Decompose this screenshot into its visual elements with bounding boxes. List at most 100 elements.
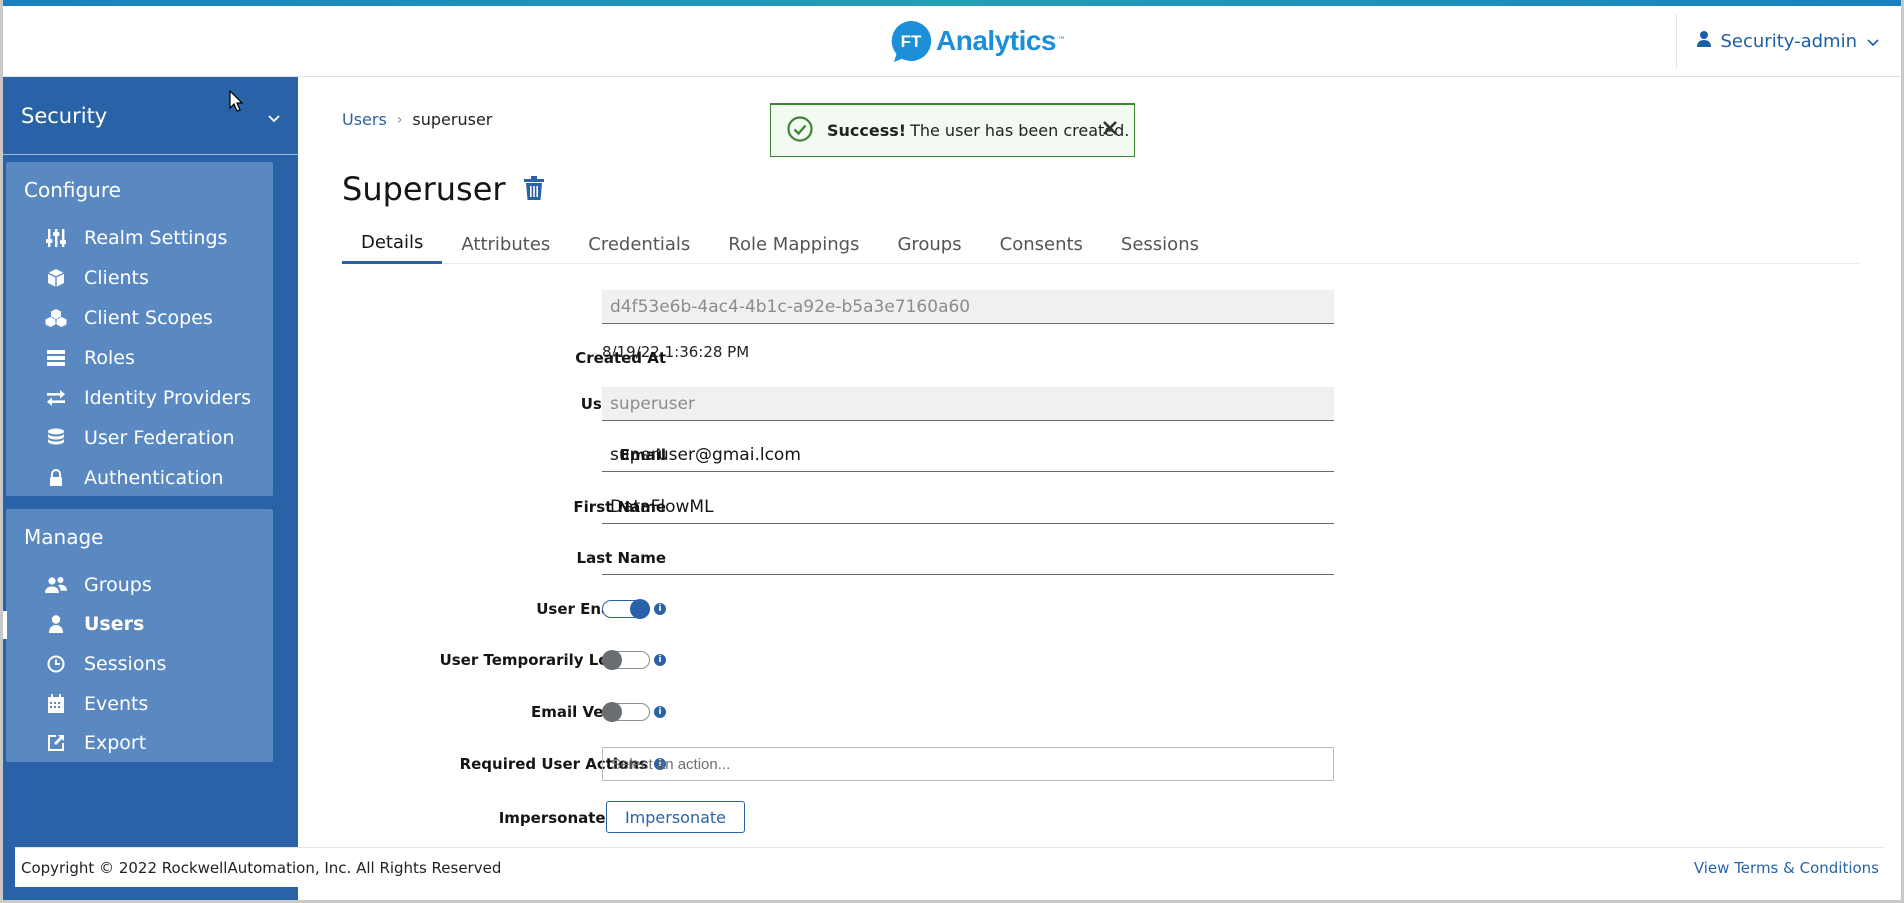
logo-text: Analytics bbox=[936, 25, 1057, 56]
sidebar-item-label: Export bbox=[84, 732, 147, 755]
breadcrumb-users-link[interactable]: Users bbox=[342, 110, 387, 129]
sidebar-item-label: Clients bbox=[84, 267, 149, 289]
sidebar: Security Configure Realm Settings Client… bbox=[3, 77, 298, 903]
list-icon bbox=[45, 347, 67, 369]
sidebar-item-users[interactable]: Users bbox=[3, 605, 273, 645]
cube-icon bbox=[45, 267, 67, 289]
main-content: Users › superuser Success! The user has … bbox=[316, 96, 1884, 836]
sidebar-item-label: Roles bbox=[84, 347, 135, 369]
user-enabled-toggle[interactable] bbox=[602, 599, 650, 619]
sidebar-item-identity-providers[interactable]: Identity Providers bbox=[6, 378, 273, 418]
trash-icon[interactable] bbox=[523, 170, 544, 208]
impersonate-button[interactable]: Impersonate bbox=[606, 801, 745, 833]
chevron-down-icon bbox=[268, 104, 280, 128]
terms-link[interactable]: View Terms & Conditions bbox=[1694, 859, 1879, 877]
sidebar-item-events[interactable]: Events bbox=[6, 684, 273, 724]
lock-icon bbox=[45, 467, 67, 489]
alert-title: Success! bbox=[827, 121, 907, 140]
page-title-row: Superuser bbox=[342, 170, 544, 208]
database-icon bbox=[45, 427, 67, 449]
mouse-cursor-icon bbox=[229, 89, 244, 116]
logo-trademark: ™ bbox=[1057, 36, 1066, 46]
sidebar-item-label: User Federation bbox=[84, 427, 235, 449]
toggle-knob bbox=[602, 650, 622, 670]
sidebar-item-client-scopes[interactable]: Client Scopes bbox=[6, 298, 273, 338]
alert-message: The user has been created. bbox=[910, 121, 1130, 140]
info-icon[interactable]: i bbox=[654, 603, 666, 615]
breadcrumb-current: superuser bbox=[412, 110, 493, 129]
sidebar-item-label: Events bbox=[84, 692, 149, 715]
created-at-value: 8/19/22 1:36:28 PM bbox=[602, 343, 750, 361]
configure-title: Configure bbox=[24, 178, 121, 202]
sidebar-item-label: Identity Providers bbox=[84, 387, 251, 409]
tab-bar: Details Attributes Credentials Role Mapp… bbox=[342, 224, 1859, 264]
sidebar-item-realm-settings[interactable]: Realm Settings bbox=[6, 218, 273, 258]
last-name-field[interactable] bbox=[602, 541, 1334, 575]
temporarily-locked-row: User Temporarily Locked i bbox=[316, 643, 1416, 677]
sidebar-item-label: Realm Settings bbox=[84, 227, 228, 249]
sliders-icon bbox=[45, 227, 67, 249]
first-name-field[interactable]: DataFlowML bbox=[602, 490, 1334, 524]
sidebar-item-label: Client Scopes bbox=[84, 307, 213, 329]
close-icon[interactable] bbox=[1102, 117, 1118, 142]
calendar-icon bbox=[45, 693, 67, 715]
chevron-down-icon bbox=[1867, 31, 1879, 52]
sidebar-item-clients[interactable]: Clients bbox=[6, 258, 273, 298]
required-actions-row: Required User Actions i Select an action.… bbox=[316, 747, 1416, 781]
copyright-text: Copyright © 2022 RockwellAutomation, Inc… bbox=[21, 858, 502, 877]
sidebar-item-groups[interactable]: Groups bbox=[6, 565, 273, 605]
temporarily-locked-toggle[interactable] bbox=[602, 650, 650, 670]
toggle-knob bbox=[630, 599, 650, 619]
email-field[interactable]: superuser@gmai.lcom bbox=[602, 438, 1334, 472]
email-verified-toggle[interactable] bbox=[602, 702, 650, 722]
user-enabled-row: User Enabled i bbox=[316, 592, 1416, 626]
tab-groups[interactable]: Groups bbox=[878, 224, 980, 264]
manage-group: Manage Groups Users Sessions Events Expo… bbox=[3, 509, 273, 763]
breadcrumb-separator: › bbox=[396, 111, 403, 128]
impersonate-row: Impersonate useri Impersonate bbox=[316, 801, 1416, 835]
sidebar-item-label: Sessions bbox=[84, 652, 167, 675]
sidebar-item-roles[interactable]: Roles bbox=[6, 338, 273, 378]
sidebar-item-label: Groups bbox=[84, 573, 152, 596]
required-actions-select[interactable]: Select an action... bbox=[602, 747, 1334, 781]
realm-selector[interactable]: Security bbox=[3, 77, 298, 155]
sidebar-item-label: Users bbox=[84, 613, 145, 636]
tab-details[interactable]: Details bbox=[342, 224, 443, 264]
page-title: Superuser bbox=[342, 170, 506, 208]
logo: FT Analytics ™ bbox=[888, 16, 1066, 66]
info-icon[interactable]: i bbox=[654, 654, 666, 666]
user-name: Security-admin bbox=[1720, 30, 1858, 52]
export-icon bbox=[45, 732, 67, 754]
users-icon bbox=[45, 574, 67, 596]
sidebar-item-authentication[interactable]: Authentication bbox=[6, 458, 273, 498]
sidebar-item-user-federation[interactable]: User Federation bbox=[6, 418, 273, 458]
username-row: Username superuser bbox=[316, 387, 1416, 421]
logo-letters: FT bbox=[901, 32, 922, 51]
email-verified-row: Email Verified i bbox=[316, 695, 1416, 729]
tab-sessions[interactable]: Sessions bbox=[1102, 224, 1218, 264]
info-icon[interactable]: i bbox=[654, 706, 666, 718]
id-field[interactable]: d4f53e6b-4ac4-4b1c-a92e-b5a3e7160a60 bbox=[602, 290, 1334, 324]
clock-icon bbox=[45, 653, 67, 675]
last-name-row: Last Name bbox=[316, 541, 1416, 575]
success-alert: Success! The user has been created. bbox=[770, 103, 1135, 157]
user-icon bbox=[1696, 30, 1711, 52]
email-row: Email superuser@gmai.lcom bbox=[316, 438, 1416, 472]
sidebar-item-export[interactable]: Export bbox=[6, 723, 273, 763]
tab-role-mappings[interactable]: Role Mappings bbox=[709, 224, 878, 264]
cubes-icon bbox=[45, 307, 67, 329]
first-name-row: First Name DataFlowML bbox=[316, 490, 1416, 524]
sidebar-item-sessions[interactable]: Sessions bbox=[6, 644, 273, 684]
configure-group: Configure Realm Settings Clients Client … bbox=[6, 162, 273, 496]
check-circle-icon bbox=[787, 115, 813, 146]
id-row: ID d4f53e6b-4ac4-4b1c-a92e-b5a3e7160a60 bbox=[316, 290, 1416, 324]
username-field[interactable]: superuser bbox=[602, 387, 1334, 421]
user-icon bbox=[45, 613, 67, 635]
app-header: FT Analytics ™ Security-admin bbox=[3, 6, 1901, 77]
tab-consents[interactable]: Consents bbox=[981, 224, 1102, 264]
tab-attributes[interactable]: Attributes bbox=[442, 224, 569, 264]
tab-credentials[interactable]: Credentials bbox=[569, 224, 709, 264]
user-menu[interactable]: Security-admin bbox=[1675, 14, 1902, 68]
exchange-icon bbox=[45, 387, 67, 409]
footer: Copyright © 2022 RockwellAutomation, Inc… bbox=[15, 847, 1885, 887]
